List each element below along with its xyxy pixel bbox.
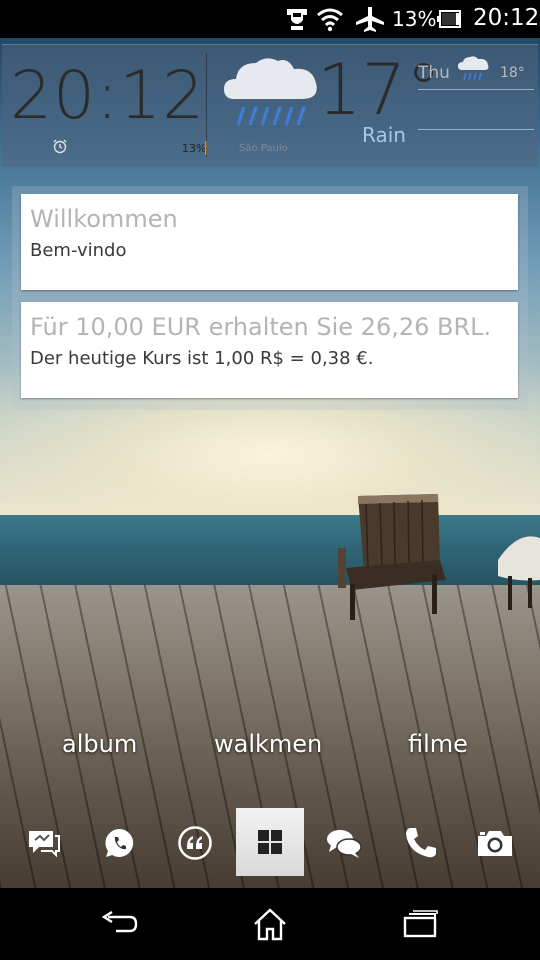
forecast-temperature: 18° <box>500 65 525 81</box>
battery-icon <box>437 10 461 28</box>
airplane-mode-icon <box>356 7 384 32</box>
translation-widget: Willkommen Bem-vindo Für 10,00 EUR erhal… <box>12 186 528 410</box>
card-title: Willkommen <box>30 205 178 233</box>
widget-condition: Rain <box>362 123 406 147</box>
rain-cloud-icon[interactable] <box>222 53 320 139</box>
battery-percent: 13% <box>392 7 437 31</box>
widget-clock-time[interactable]: 20:12 <box>10 57 205 134</box>
alarm-clock-icon[interactable] <box>52 138 68 154</box>
whatsapp-button[interactable] <box>97 820 143 866</box>
status-bar: 13% 20:12 <box>0 0 540 38</box>
apps-grid-icon <box>258 830 282 854</box>
forecast-rain-icon <box>458 56 489 81</box>
back-icon <box>101 911 138 933</box>
chat-icon <box>327 830 362 858</box>
back-button[interactable] <box>90 902 150 946</box>
card-subtitle: Bem-vindo <box>30 240 127 261</box>
forecast-line <box>418 129 534 130</box>
second-chair-image <box>498 536 540 610</box>
home-button[interactable] <box>240 902 300 946</box>
forecast-line <box>418 89 534 90</box>
card-subtitle: Der heutige Kurs ist 1,00 R$ = 0,38 €. <box>30 348 374 369</box>
navigation-bar <box>0 888 540 960</box>
forecast-day: Thu <box>418 63 450 83</box>
shortcut-filme[interactable]: filme <box>408 730 468 758</box>
quotes-button[interactable] <box>172 820 218 866</box>
widget-divider <box>206 53 207 157</box>
recents-button[interactable] <box>390 902 450 946</box>
shortcut-album[interactable]: album <box>62 730 137 758</box>
wallpaper-sea <box>0 515 540 595</box>
whatsapp-icon <box>105 828 134 857</box>
card-title: Für 10,00 EUR erhalten Sie 26,26 BRL. <box>30 313 492 341</box>
widget-city: São Paulo <box>239 143 288 154</box>
clock-weather-widget[interactable]: 20:12 13% São Paulo 17° Rain Thu 18° <box>2 44 538 167</box>
shortcut-walkmen[interactable]: walkmen <box>214 730 322 758</box>
wifi-icon <box>317 8 343 32</box>
quotes-icon <box>178 826 212 860</box>
deck-chair-image <box>338 494 446 620</box>
recents-icon <box>403 910 438 938</box>
chat-button[interactable] <box>321 820 367 866</box>
usb-debug-icon <box>287 9 307 30</box>
messaging-icon <box>29 831 60 858</box>
currency-card[interactable]: Für 10,00 EUR erhalten Sie 26,26 BRL. De… <box>21 302 518 398</box>
widget-temperature: 17° <box>317 49 442 131</box>
phone-button[interactable] <box>398 820 444 866</box>
welcome-card[interactable]: Willkommen Bem-vindo <box>21 194 518 290</box>
phone-icon <box>406 828 436 858</box>
camera-button[interactable] <box>472 820 518 866</box>
home-icon <box>254 908 286 941</box>
app-drawer-button[interactable] <box>236 808 304 876</box>
widget-battery-level: 13% <box>182 142 207 155</box>
camera-icon <box>478 831 512 856</box>
status-time: 20:12 <box>473 5 540 31</box>
messaging-button[interactable] <box>21 820 67 866</box>
